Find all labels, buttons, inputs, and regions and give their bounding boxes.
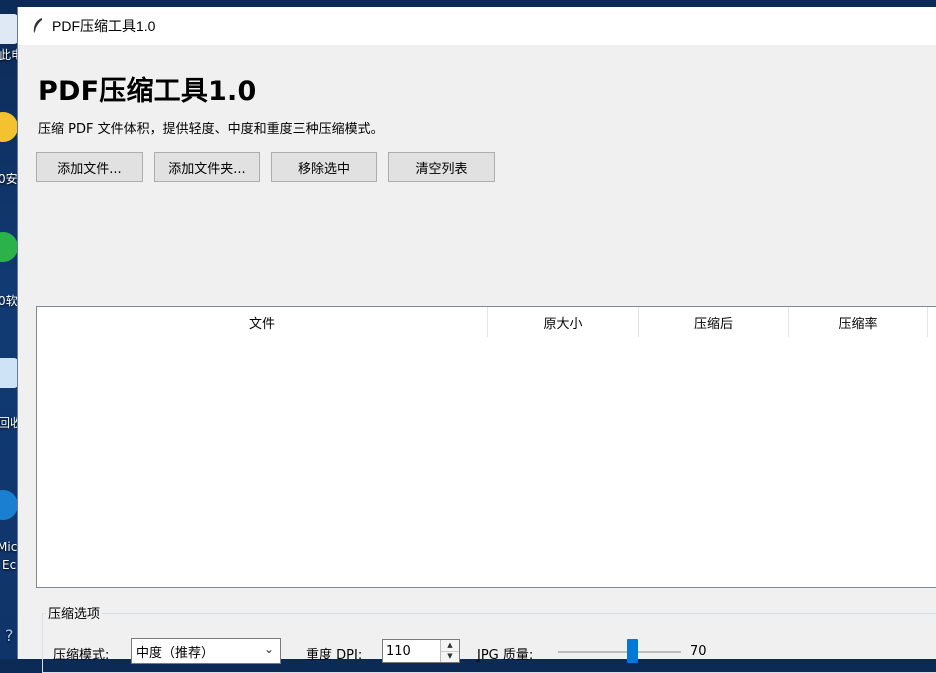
spin-down-icon[interactable]: ▼	[441, 651, 459, 662]
recycle-bin-icon[interactable]	[0, 358, 18, 388]
column-header-ratio[interactable]: 压缩率	[789, 307, 928, 337]
security-app-icon[interactable]	[0, 112, 18, 142]
add-folder-button[interactable]: 添加文件夹...	[154, 152, 260, 182]
jpg-quality-label: JPG 质量:	[477, 648, 534, 663]
table-header: 文件 原大小 压缩后 压缩率	[37, 307, 936, 337]
jpg-quality-value: 70	[690, 644, 707, 659]
column-header-original-size[interactable]: 原大小	[488, 307, 639, 337]
dpi-label: 重度 DPI:	[306, 648, 363, 663]
this-pc-icon[interactable]	[0, 14, 18, 44]
window-title: PDF压缩工具1.0	[52, 18, 156, 34]
file-table[interactable]: 文件 原大小 压缩后 压缩率	[36, 306, 936, 588]
remove-selected-button[interactable]: 移除选中	[271, 152, 377, 182]
page-subtitle: 压缩 PDF 文件体积，提供轻度、中度和重度三种压缩模式。	[38, 122, 384, 137]
column-header-compressed-size[interactable]: 压缩后	[639, 307, 789, 337]
help-icon[interactable]: ?	[5, 626, 14, 645]
dpi-spinbox[interactable]: 110 ▲ ▼	[382, 639, 460, 663]
desktop-label-2: 0安	[0, 172, 18, 186]
desktop-label-3: 0软	[0, 294, 18, 308]
title-bar: PDF压缩工具1.0	[18, 7, 936, 45]
app-window: PDF压缩工具1.0 PDF压缩工具1.0 压缩 PDF 文件体积，提供轻度、中…	[17, 7, 936, 673]
mode-select[interactable]: 中度（推荐） ⌄	[131, 638, 281, 664]
page-title: PDF压缩工具1.0	[38, 76, 257, 107]
feather-icon	[33, 18, 42, 35]
jpg-quality-slider-track[interactable]	[558, 651, 681, 653]
clear-list-button[interactable]: 清空列表	[388, 152, 495, 182]
group-title: 压缩选项	[46, 603, 103, 622]
edge-browser-icon[interactable]	[0, 490, 18, 520]
dpi-value: 110	[386, 643, 411, 659]
add-file-button[interactable]: 添加文件...	[36, 152, 143, 182]
mode-label: 压缩模式:	[53, 648, 110, 663]
jpg-quality-slider-thumb[interactable]	[627, 639, 638, 663]
chevron-down-icon[interactable]: ⌄	[264, 642, 274, 656]
column-header-file[interactable]: 文件	[37, 307, 488, 337]
desktop-label-6: Ec	[2, 558, 17, 572]
software-app-icon[interactable]	[0, 232, 18, 262]
mode-select-value: 中度（推荐）	[136, 645, 215, 661]
